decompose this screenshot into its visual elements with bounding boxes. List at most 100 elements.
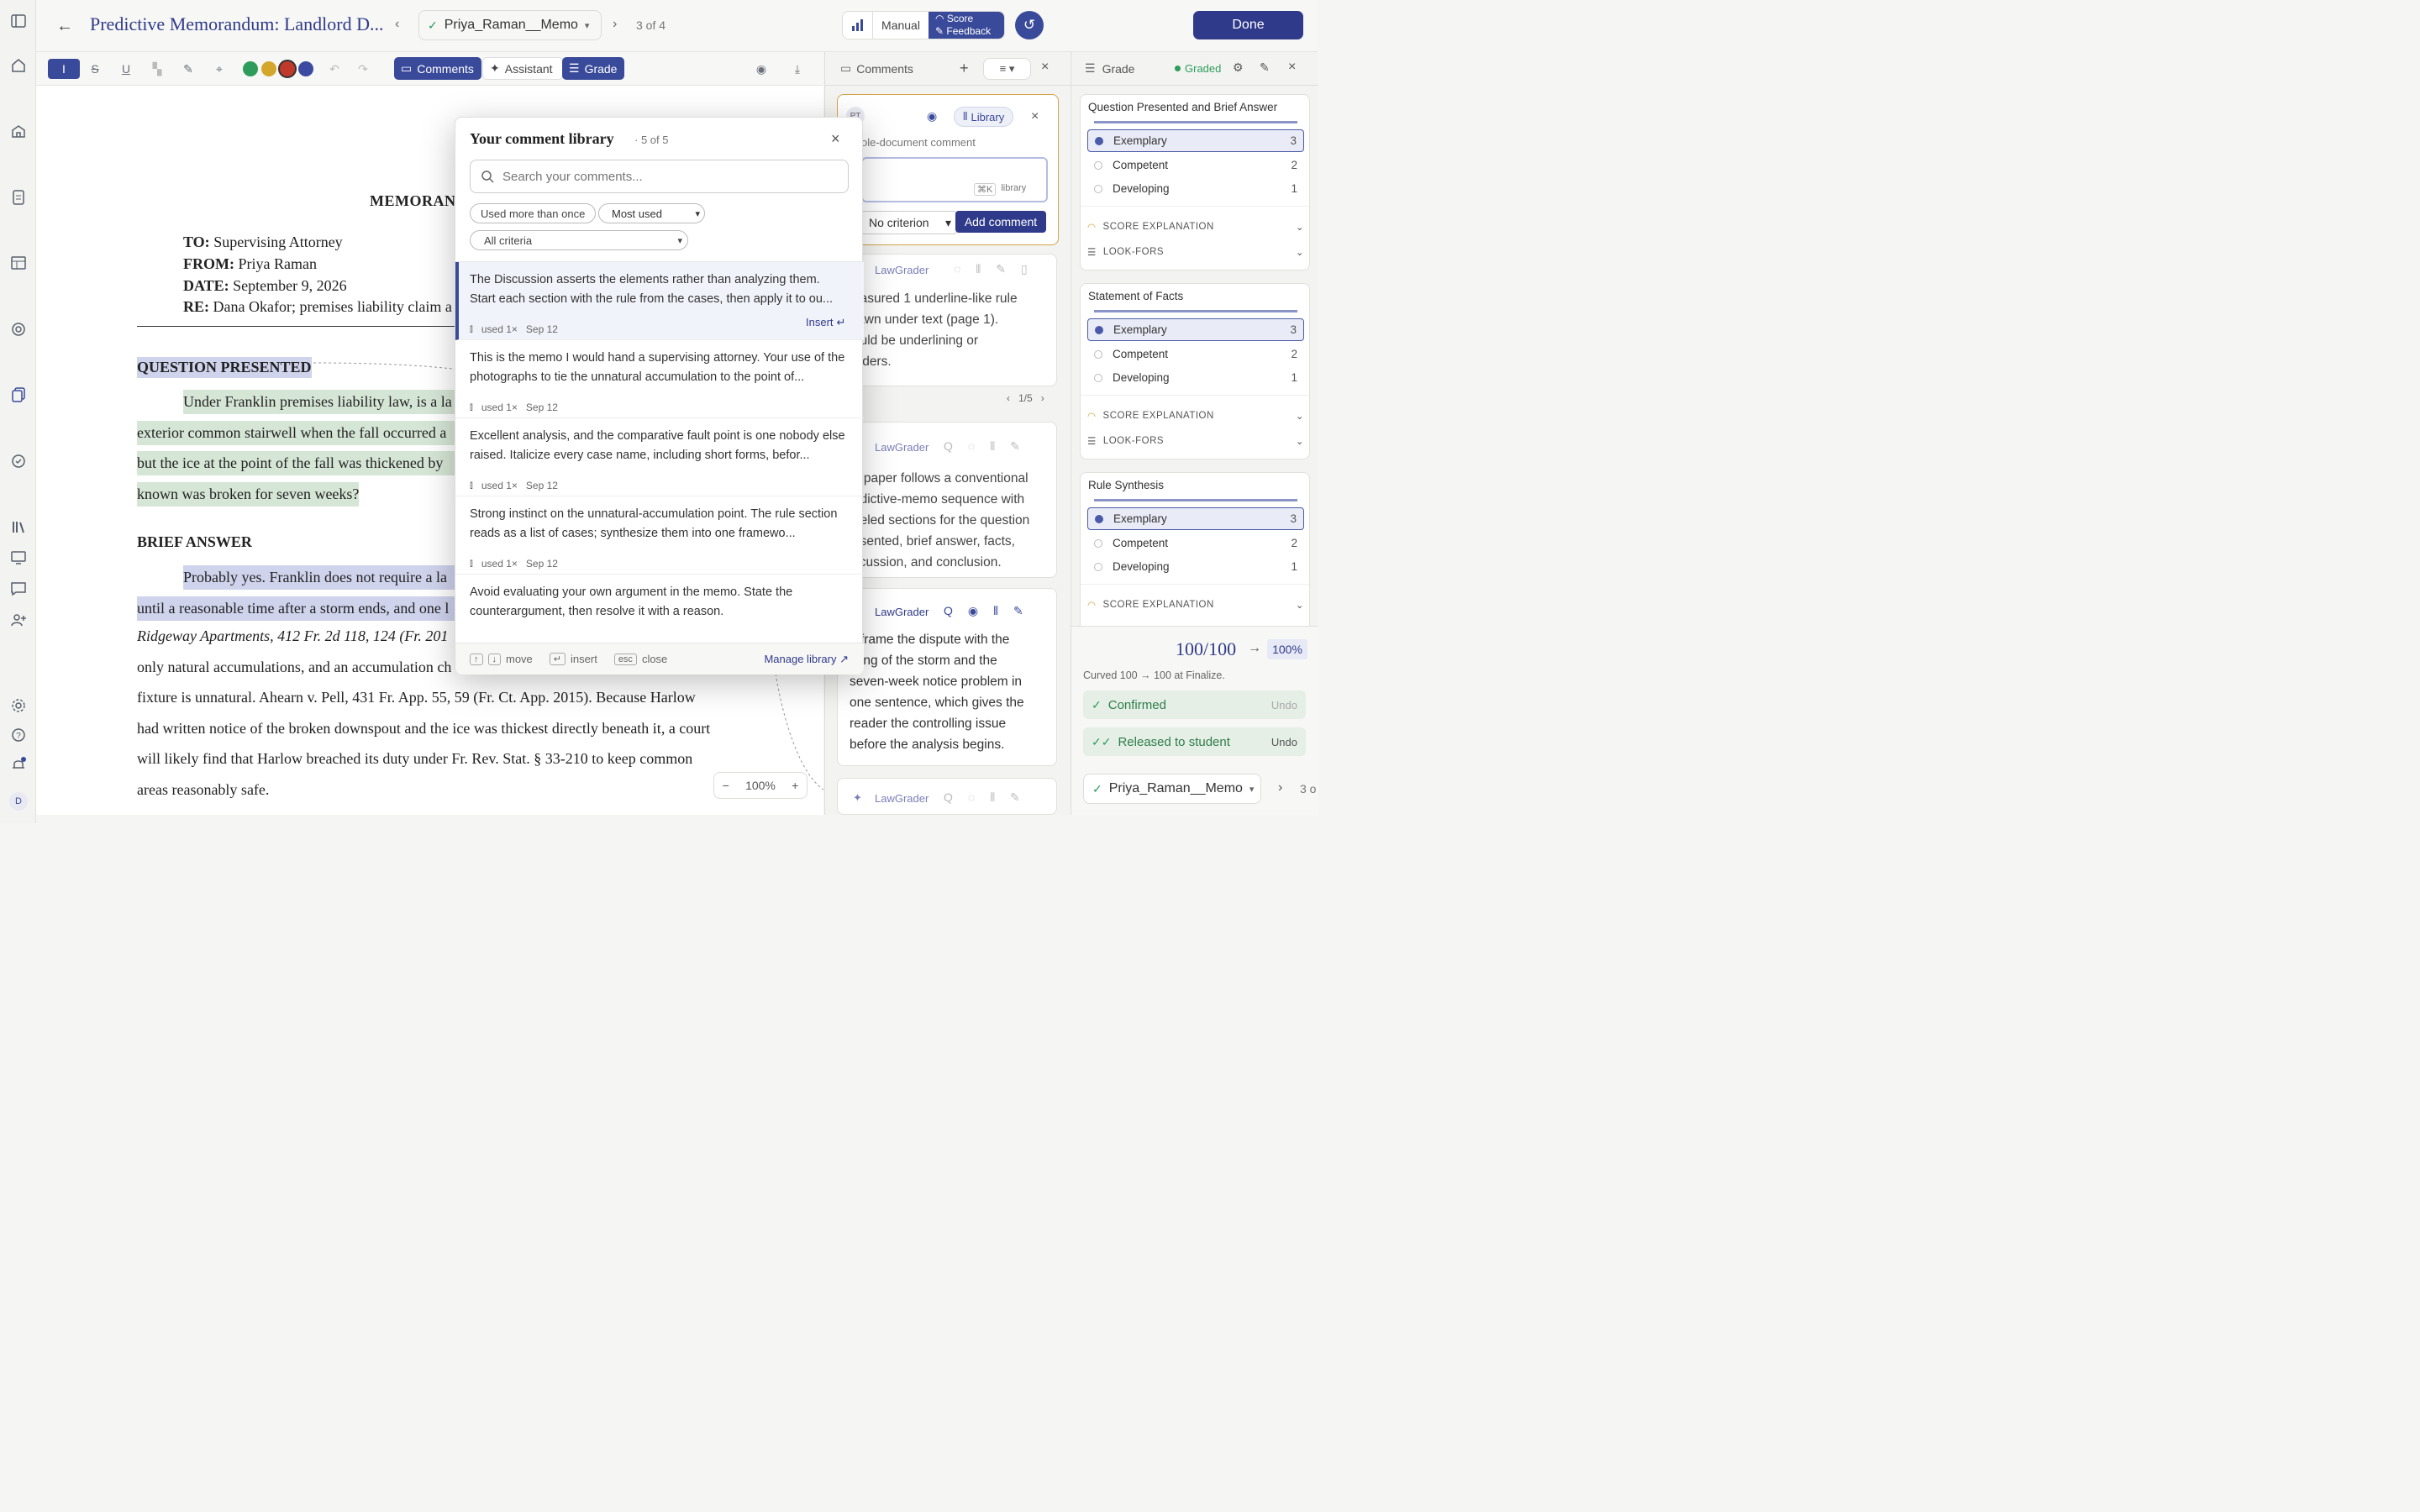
next-chevron-icon[interactable]: › — [1278, 780, 1282, 795]
library-icon[interactable]: ⫴ — [993, 604, 998, 618]
option-competent[interactable]: Competent 2 — [1087, 154, 1304, 176]
table-icon[interactable] — [9, 254, 28, 272]
color-swatch-yellow[interactable] — [261, 61, 276, 76]
eye-off-icon[interactable]: ◌ — [968, 790, 975, 805]
eye-off-icon[interactable]: ◌ — [968, 439, 975, 454]
option-developing[interactable]: Developing 1 — [1087, 177, 1304, 200]
settings-icon[interactable]: ⚙ — [1233, 60, 1244, 75]
color-swatch-blue[interactable] — [298, 61, 313, 76]
strikethrough-icon[interactable]: S — [87, 59, 103, 79]
add-comment-button[interactable]: Add comment — [955, 211, 1046, 233]
close-panel-icon[interactable]: × — [1288, 60, 1296, 75]
manage-library-link[interactable]: Manage library ↗ — [764, 653, 849, 666]
look-fors-toggle[interactable]: ☰ LOOK-FORS ⌄ — [1087, 246, 1304, 258]
sort-select[interactable]: Most used ▾ — [598, 203, 705, 223]
library-item[interactable]: Strong instinct on the unnatural-accumul… — [455, 496, 864, 575]
edit-icon[interactable]: ✎ — [996, 262, 1006, 276]
analytics-icon[interactable] — [9, 320, 28, 339]
school-icon[interactable] — [9, 122, 28, 140]
add-comment-icon[interactable]: + — [960, 60, 969, 77]
undo-icon[interactable]: ↶ — [326, 59, 343, 79]
option-exemplary[interactable]: Exemplary 3 — [1087, 129, 1304, 152]
help-icon[interactable]: ? — [9, 726, 28, 744]
zoom-out-icon[interactable]: − — [723, 779, 729, 792]
criterion-select[interactable]: No criterion ▾ — [861, 211, 957, 234]
monitor-icon[interactable] — [9, 549, 28, 567]
look-fors-toggle[interactable]: ☰ LOOK-FORS ⌄ — [1087, 435, 1304, 447]
add-user-icon[interactable] — [9, 611, 28, 629]
underline-icon[interactable]: U — [118, 59, 134, 79]
library-icon[interactable]: ⫴ — [990, 439, 995, 454]
used-more-than-once-chip[interactable]: Used more than once — [470, 203, 597, 223]
manual-button[interactable]: Manual — [873, 12, 929, 39]
library-icon[interactable]: ⫴ — [990, 790, 995, 805]
back-arrow-icon[interactable]: ← — [55, 16, 75, 36]
prev-chevron-icon[interactable]: ‹ — [1007, 392, 1010, 404]
edit-icon[interactable]: ✎ — [1260, 60, 1270, 75]
download-icon[interactable]: ⤓ — [789, 59, 806, 79]
close-icon[interactable]: × — [831, 130, 840, 148]
highlight-icon[interactable]: ▚ — [149, 59, 166, 79]
reset-icon[interactable]: ↺ — [1015, 11, 1044, 39]
chart-icon[interactable] — [843, 12, 873, 39]
document-icon[interactable] — [9, 188, 28, 207]
library-item[interactable]: This is the memo I would hand a supervis… — [455, 340, 864, 418]
submissions-icon[interactable] — [9, 386, 28, 404]
sidebar-toggle-icon[interactable] — [9, 12, 28, 30]
zoom-in-icon[interactable]: + — [792, 779, 798, 792]
library-icon[interactable]: ⫴ — [976, 262, 981, 276]
undo-release-button[interactable]: Undo — [1271, 736, 1297, 748]
close-panel-icon[interactable]: × — [1041, 60, 1049, 75]
notifications-icon[interactable] — [9, 755, 28, 774]
option-exemplary[interactable]: Exemplary 3 — [1087, 318, 1304, 341]
grade-tab[interactable]: ☰ Grade — [562, 57, 624, 80]
score-explanation-toggle[interactable]: ◠ SCORE EXPLANATION ⌄ — [1087, 410, 1304, 422]
library-icon[interactable] — [9, 517, 28, 536]
score-explanation-toggle[interactable]: ◠ SCORE EXPLANATION ⌄ — [1087, 221, 1304, 233]
eye-icon[interactable]: ◉ — [927, 109, 937, 123]
edit-icon[interactable]: ✎ — [1010, 790, 1020, 805]
student-select[interactable]: ✓ Priya_Raman__Memo ▾ — [1083, 774, 1261, 804]
score-feedback-button[interactable]: ◠ Score ✎ Feedback — [929, 12, 1004, 39]
option-exemplary[interactable]: Exemplary 3 — [1087, 507, 1304, 530]
eye-icon[interactable]: ◉ — [753, 59, 770, 79]
redo-icon[interactable]: ↷ — [355, 59, 371, 79]
avatar[interactable]: D — [9, 792, 28, 811]
assistant-tab[interactable]: ✦ Assistant — [482, 57, 563, 80]
filter-icon[interactable]: ≡ ▾ — [983, 58, 1031, 80]
text-cursor-icon[interactable]: I — [48, 59, 80, 79]
library-button[interactable]: ⫴ Library — [954, 107, 1014, 127]
comment-textarea[interactable]: ⌘K library — [861, 157, 1048, 202]
library-item[interactable]: Excellent analysis, and the comparative … — [455, 418, 864, 496]
next-chevron-icon[interactable]: › — [1041, 392, 1044, 404]
library-item[interactable]: The Discussion asserts the elements rath… — [455, 262, 864, 340]
undo-confirm-button[interactable]: Undo — [1271, 699, 1297, 711]
pen-icon[interactable]: ✎ — [180, 59, 197, 79]
option-competent[interactable]: Competent 2 — [1087, 343, 1304, 365]
close-icon[interactable]: × — [1031, 109, 1039, 124]
option-developing[interactable]: Developing 1 — [1087, 555, 1304, 578]
prev-chevron-icon[interactable]: ‹ — [395, 17, 399, 32]
color-swatch-green[interactable] — [243, 61, 258, 76]
pin-icon[interactable]: ⌖ — [211, 59, 228, 79]
eye-off-icon[interactable]: ◌ — [954, 262, 960, 276]
color-swatch-red[interactable] — [278, 60, 297, 78]
score-explanation-toggle[interactable]: ◠ SCORE EXPLANATION ⌄ — [1087, 599, 1304, 611]
home-icon[interactable] — [9, 56, 28, 75]
library-item[interactable]: Avoid evaluating your own argument in th… — [455, 575, 864, 643]
option-developing[interactable]: Developing 1 — [1087, 366, 1304, 389]
chat-icon[interactable] — [9, 580, 28, 598]
trash-icon[interactable]: ▯ — [1021, 262, 1028, 276]
done-button[interactable]: Done — [1193, 11, 1303, 39]
criteria-select[interactable]: All criteria ▾ — [470, 230, 688, 250]
check-circle-icon[interactable] — [9, 452, 28, 470]
option-competent[interactable]: Competent 2 — [1087, 532, 1304, 554]
comments-tab[interactable]: ▭ Comments — [394, 57, 481, 80]
edit-icon[interactable]: ✎ — [1010, 439, 1020, 454]
insert-button[interactable]: Insert ↵ — [806, 316, 845, 329]
next-chevron-icon[interactable]: › — [613, 17, 617, 32]
search-input[interactable] — [502, 169, 822, 184]
edit-icon[interactable]: ✎ — [1013, 604, 1023, 618]
eye-icon[interactable]: ◉ — [968, 604, 978, 618]
student-select[interactable]: ✓ Priya_Raman__Memo ▾ — [418, 10, 602, 40]
